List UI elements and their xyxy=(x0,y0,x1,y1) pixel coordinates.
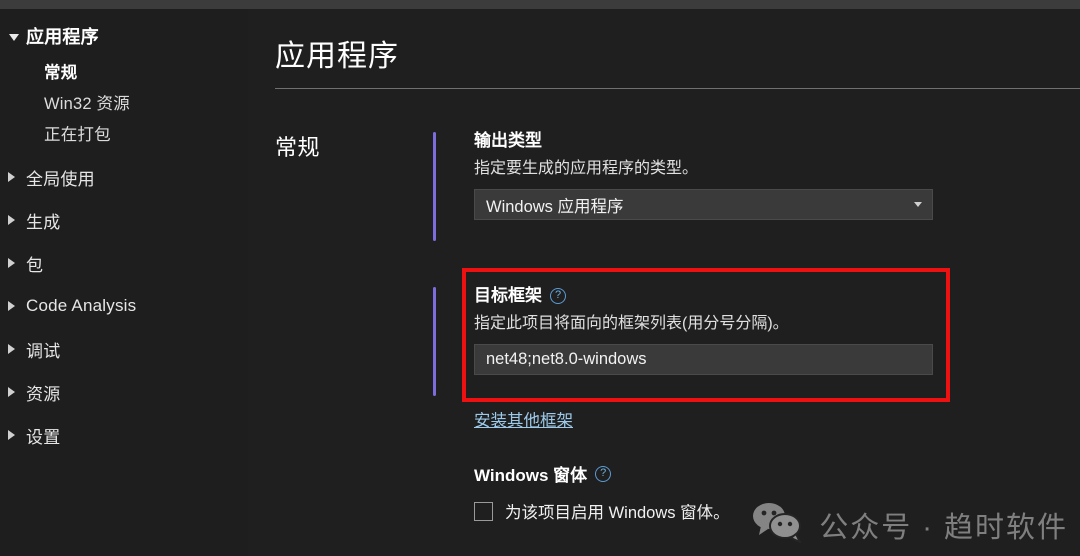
enable-windows-forms-label: 为该项目启用 Windows 窗体。 xyxy=(505,504,730,522)
main-content-panel: 应用程序 常规 输出类型 指定要生成的应用程序的类型。 Windows 应用程序 xyxy=(248,9,1080,556)
sidebar-item-label: Win32 资源 xyxy=(44,95,130,113)
target-framework-description: 指定此项目将面向的框架列表(用分号分隔)。 xyxy=(474,315,789,332)
target-framework-input[interactable]: net48;net8.0-windows xyxy=(474,344,933,376)
target-framework-title-text: 目标框架 xyxy=(474,286,542,305)
triangle-right-icon[interactable] xyxy=(8,172,26,182)
sidebar-item-win32-resources[interactable]: Win32 资源 xyxy=(0,90,248,114)
question-mark-icon[interactable]: ? xyxy=(550,287,566,304)
sidebar-item-application[interactable]: 应用程序 xyxy=(0,25,248,47)
sidebar-item-label: 正在打包 xyxy=(44,126,111,144)
windows-forms-field-group: Windows 窗体 ? 为该项目启用 Windows 窗体。 xyxy=(474,461,730,523)
sidebar-item-package[interactable]: 包 xyxy=(0,252,248,275)
install-other-frameworks-link[interactable]: 安装其他框架 xyxy=(474,407,573,431)
title-divider xyxy=(275,88,1080,89)
triangle-right-icon[interactable] xyxy=(8,430,26,440)
target-framework-value: net48;net8.0-windows xyxy=(486,350,647,369)
target-framework-title: 目标框架 ? xyxy=(474,287,933,304)
sidebar-item-settings[interactable]: 设置 xyxy=(0,424,248,447)
sidebar-item-label: 常规 xyxy=(44,64,78,82)
triangle-right-icon[interactable] xyxy=(8,387,26,397)
windows-forms-title: Windows 窗体 ? xyxy=(474,461,730,486)
accent-bar xyxy=(433,287,436,396)
triangle-down-icon[interactable] xyxy=(8,32,26,41)
sidebar-item-label: 调试 xyxy=(26,341,61,361)
windows-forms-checkbox-row[interactable]: 为该项目启用 Windows 窗体。 xyxy=(474,499,730,523)
output-type-title-text: 输出类型 xyxy=(474,131,542,150)
sidebar-item-build[interactable]: 生成 xyxy=(0,209,248,232)
project-properties-window: 应用程序 常规 Win32 资源 正在打包 全局使用 生成 包 Code Ana… xyxy=(0,9,1080,556)
sidebar-item-general[interactable]: 常规 xyxy=(0,59,248,83)
question-mark-icon[interactable]: ? xyxy=(595,465,612,482)
accent-bar xyxy=(433,132,436,241)
triangle-right-icon[interactable] xyxy=(8,344,26,354)
sidebar-item-code-analysis[interactable]: Code Analysis xyxy=(0,295,248,317)
target-framework-field-group: 目标框架 ? 指定此项目将面向的框架列表(用分号分隔)。 net48;net8.… xyxy=(433,287,933,396)
section-heading-general: 常规 xyxy=(275,135,321,160)
chevron-down-icon[interactable] xyxy=(914,202,922,208)
sidebar-item-label: 设置 xyxy=(26,427,61,447)
sidebar-item-packaging[interactable]: 正在打包 xyxy=(0,121,248,145)
sidebar-item-debug[interactable]: 调试 xyxy=(0,338,248,361)
sidebar-item-label: 资源 xyxy=(26,384,61,404)
output-type-description: 指定要生成的应用程序的类型。 xyxy=(474,160,699,177)
output-type-title: 输出类型 xyxy=(474,132,933,149)
sidebar-item-label: Code Analysis xyxy=(26,296,137,315)
sidebar-item-label: 包 xyxy=(26,255,44,275)
sidebar-item-resources[interactable]: 资源 xyxy=(0,381,248,404)
sidebar-item-label: 生成 xyxy=(26,212,61,232)
output-type-value: Windows 应用程序 xyxy=(486,197,624,216)
windows-forms-title-text: Windows 窗体 xyxy=(474,466,588,485)
output-type-dropdown[interactable]: Windows 应用程序 xyxy=(474,189,933,221)
triangle-right-icon[interactable] xyxy=(8,258,26,268)
window-top-strip xyxy=(0,0,1080,9)
output-type-field-group: 输出类型 指定要生成的应用程序的类型。 Windows 应用程序 xyxy=(433,132,933,241)
triangle-right-icon[interactable] xyxy=(8,301,26,311)
enable-windows-forms-checkbox[interactable] xyxy=(474,501,493,521)
sidebar-item-label: 应用程序 xyxy=(26,27,99,47)
sidebar-item-label: 全局使用 xyxy=(26,169,95,189)
page-title: 应用程序 xyxy=(275,40,399,73)
properties-navigation-sidebar[interactable]: 应用程序 常规 Win32 资源 正在打包 全局使用 生成 包 Code Ana… xyxy=(0,9,248,556)
triangle-right-icon[interactable] xyxy=(8,215,26,225)
sidebar-item-global-usings[interactable]: 全局使用 xyxy=(0,166,248,189)
